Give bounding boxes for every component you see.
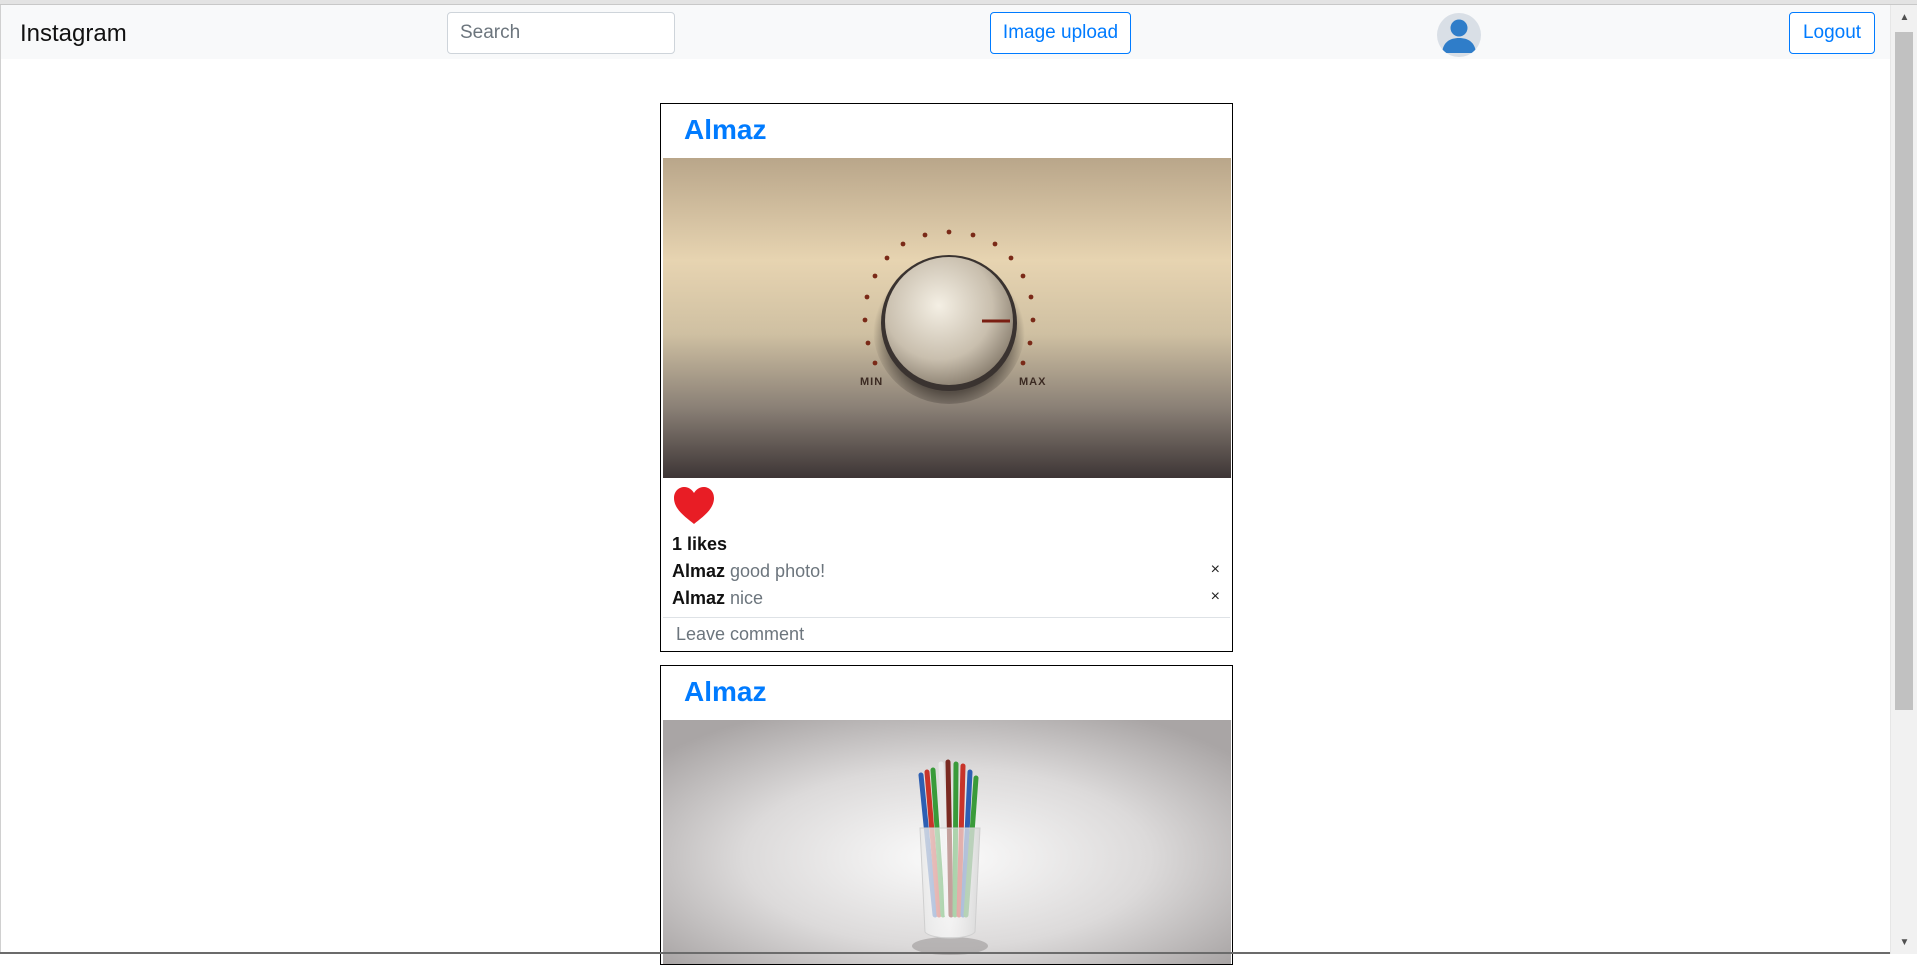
post-author-link[interactable]: Almaz	[684, 676, 766, 708]
likes-label: likes	[687, 534, 728, 554]
heart-icon[interactable]	[673, 486, 715, 526]
comment-author[interactable]: Almaz	[672, 588, 725, 608]
logout-button[interactable]: Logout	[1789, 12, 1875, 54]
profile-avatar-icon[interactable]	[1437, 13, 1481, 57]
likes-number: 1	[672, 534, 683, 554]
scrollbar-thumb[interactable]	[1895, 32, 1913, 710]
image-upload-button[interactable]: Image upload	[990, 12, 1131, 54]
search-input[interactable]	[447, 12, 675, 54]
comment-text: nice	[730, 588, 764, 608]
volume-knob-image: MIN MAX	[663, 158, 1231, 478]
post-card: Almaz	[660, 665, 1233, 965]
delete-comment-icon[interactable]: ×	[1211, 561, 1220, 579]
post-card: Almaz	[660, 103, 1233, 652]
comment-item: Almaz nice ×	[672, 588, 1220, 612]
pencils-cup-image	[663, 720, 1231, 964]
scroll-up-arrow-icon[interactable]: ▲	[1891, 5, 1917, 29]
navbar: Instagram Image upload Logout	[1, 5, 1890, 59]
comment-input[interactable]	[663, 617, 1230, 650]
delete-comment-icon[interactable]: ×	[1211, 588, 1220, 606]
knob-max-label: MAX	[1019, 376, 1046, 388]
vertical-scrollbar[interactable]: ▲ ▼	[1890, 5, 1917, 954]
scroll-down-arrow-icon[interactable]: ▼	[1891, 930, 1917, 954]
post-image	[663, 720, 1231, 964]
post-author-link[interactable]: Almaz	[684, 114, 766, 146]
knob-min-label: MIN	[860, 376, 883, 388]
likes-count: 1 likes	[672, 534, 727, 555]
post-image: MIN MAX	[663, 158, 1231, 478]
comment-author[interactable]: Almaz	[672, 561, 725, 581]
comment-text: good photo!	[730, 561, 826, 581]
brand-logo[interactable]: Instagram	[20, 20, 127, 48]
window-left-edge	[0, 5, 1, 954]
comment-item: Almaz good photo! ×	[672, 561, 1220, 585]
